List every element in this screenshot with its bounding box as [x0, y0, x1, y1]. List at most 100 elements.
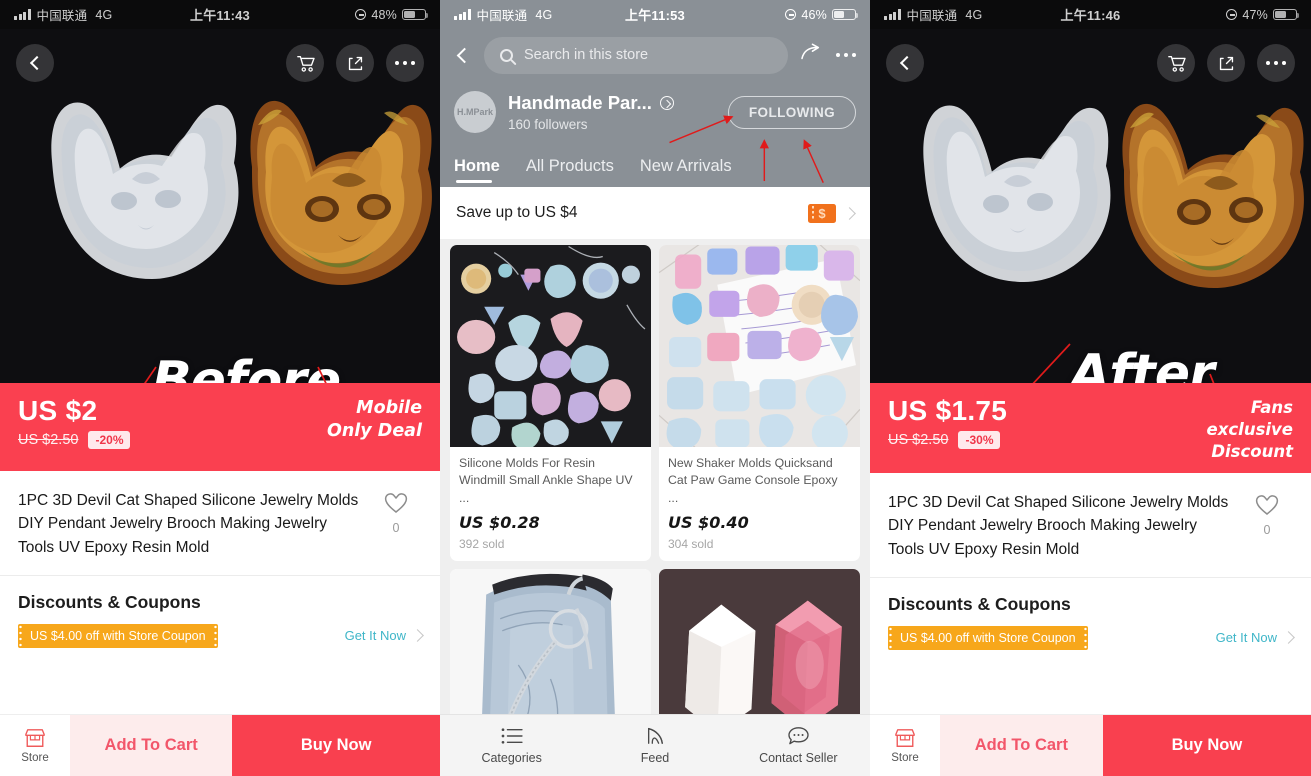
deal-tag: Mobile Only Deal [327, 393, 422, 444]
nav-feed[interactable]: Feed [583, 726, 726, 765]
hero-navbar-left [0, 39, 440, 87]
store-name-row[interactable]: Handmade Par... [508, 92, 674, 114]
more-options-button[interactable] [1257, 44, 1295, 82]
title-row: 1PC 3D Devil Cat Shaped Silicone Jewelry… [888, 491, 1293, 561]
product-details-right: 1PC 3D Devil Cat Shaped Silicone Jewelry… [870, 473, 1311, 650]
more-options-button[interactable] [835, 52, 856, 58]
store-button-label: Store [21, 751, 49, 764]
store-button[interactable]: Store [870, 715, 940, 776]
product-card-body: New Shaker Molds Quicksand Cat Paw Game … [659, 447, 860, 561]
product-card-sold: 392 sold [459, 537, 505, 552]
original-price: US $2.50 [18, 432, 79, 448]
share-button[interactable] [336, 44, 374, 82]
status-bar-mid: 中国联通 4G 上午11:53 46% [440, 0, 870, 29]
after-label: After [1070, 344, 1215, 383]
add-to-cart-button[interactable]: Add To Cart [940, 715, 1103, 776]
back-button[interactable] [16, 44, 54, 82]
shaker-molds-photo [659, 245, 860, 447]
store-header: Search in this store H.MPark Handmade Pa… [440, 29, 870, 187]
product-title: 1PC 3D Devil Cat Shaped Silicone Jewelry… [888, 494, 1229, 558]
promo-label: Save up to US $4 [456, 204, 578, 221]
get-it-now-label: Get It Now [344, 628, 406, 644]
cart-icon [296, 55, 315, 72]
status-left: 中国联通 4G [884, 5, 982, 24]
battery-percent-label: 48% [371, 7, 397, 22]
store-identity: Handmade Par... 160 followers [508, 92, 674, 132]
product-card[interactable]: New Shaker Molds Quicksand Cat Paw Game … [659, 245, 860, 562]
network-label: 4G [95, 7, 113, 22]
network-label: 4G [965, 7, 983, 22]
heart-icon [384, 493, 408, 513]
hero-gallery-left[interactable]: Before 1/5 [0, 29, 440, 383]
chevron-right-icon [411, 629, 424, 643]
search-placeholder: Search in this store [524, 47, 649, 63]
product-card-name: New Shaker Molds Quicksand Cat Paw Game … [668, 456, 838, 505]
hero-gallery-right[interactable]: After 1/5 [870, 29, 1311, 383]
nav-categories[interactable]: Categories [440, 727, 583, 765]
status-bar-left: 中国联通 4G 上午11:43 48% [0, 0, 440, 29]
pdp-action-bar-right: Store Add To Cart Buy Now [870, 714, 1311, 776]
store-coupon-chip[interactable]: US $4.00 off with Store Coupon [888, 625, 1088, 650]
discounts-heading: Discounts & Coupons [888, 593, 1071, 614]
buy-now-button[interactable]: Buy Now [232, 715, 440, 776]
status-right: 46% [785, 7, 859, 22]
ellipsis-icon [394, 60, 416, 66]
store-followers-label: 160 followers [508, 117, 588, 132]
store-coupon-chip[interactable]: US $4.00 off with Store Coupon [18, 623, 218, 648]
cart-button[interactable] [1157, 44, 1195, 82]
cart-button[interactable] [286, 44, 324, 82]
wishlist-button[interactable]: 0 [370, 489, 422, 559]
wishlist-button[interactable]: 0 [1241, 491, 1293, 561]
nav-categories-label: Categories [481, 750, 542, 765]
carrier-label: 中国联通 [906, 9, 958, 23]
chat-icon [788, 727, 809, 745]
price-subrow: US $2.50 -30% [888, 431, 1007, 449]
status-left: 中国联通 4G [14, 5, 112, 24]
add-to-cart-button[interactable]: Add To Cart [70, 715, 233, 776]
share-icon [348, 56, 362, 70]
search-input[interactable]: Search in this store [484, 36, 788, 74]
store-tab-bar: Home All Products New Arrivals [454, 143, 856, 187]
hero-actions [286, 44, 424, 82]
deal-tag-line1: Mobile [356, 398, 422, 418]
chevron-right-icon [843, 206, 856, 220]
nav-contact-seller[interactable]: Contact Seller [727, 726, 870, 765]
store-avatar[interactable]: H.MPark [454, 91, 496, 133]
location-icon [785, 9, 797, 20]
following-button[interactable]: FOLLOWING [727, 95, 856, 129]
buy-now-button[interactable]: Buy Now [1102, 715, 1311, 776]
battery-percent-label: 46% [801, 7, 827, 22]
tab-new-arrivals[interactable]: New Arrivals [640, 157, 732, 183]
back-chevron-icon [29, 55, 44, 71]
carrier-label: 中国联通 [476, 9, 528, 23]
location-icon [355, 9, 367, 20]
store-name-label: Handmade Par... [508, 92, 652, 113]
product-card[interactable]: Silicone Molds For Resin Windmill Small … [450, 245, 651, 562]
deal-tag-line2: Only Deal [326, 421, 422, 442]
share-button[interactable] [1207, 44, 1245, 82]
panel-store-home: 中国联通 4G 上午11:53 46% Search in this store [440, 0, 870, 776]
signal-icon [454, 9, 471, 20]
share-button[interactable] [800, 43, 824, 68]
more-options-button[interactable] [386, 44, 424, 82]
carrier-label: 中国联通 [36, 9, 88, 23]
ellipsis-icon [1265, 60, 1287, 66]
resin-molds-photo [450, 245, 651, 447]
get-it-now-link[interactable]: Get It Now [1216, 630, 1295, 645]
promo-banner[interactable]: Save up to US $4 $ [440, 187, 870, 239]
heart-icon [1255, 495, 1279, 515]
before-label: Before [152, 351, 341, 383]
get-it-now-link[interactable]: Get It Now [344, 628, 424, 644]
current-price: US $2 [18, 395, 98, 426]
tab-all-products[interactable]: All Products [526, 157, 614, 183]
product-card-price: US $0.40 [668, 513, 749, 533]
status-right: 47% [1226, 8, 1300, 22]
deal-tag: Fans exclusive Discount [1207, 393, 1293, 462]
back-button[interactable] [456, 47, 473, 63]
store-button[interactable]: Store [0, 715, 70, 776]
chevron-right-icon [1282, 631, 1295, 645]
price-banner-left: US $2 US $2.50 -20% Mobile Only Deal [0, 383, 440, 471]
tab-home[interactable]: Home [454, 157, 500, 183]
panel-product-after: 中国联通 4G 上午11:46 47% After US $1.75 US $2… [870, 0, 1311, 776]
back-button[interactable] [886, 44, 924, 82]
